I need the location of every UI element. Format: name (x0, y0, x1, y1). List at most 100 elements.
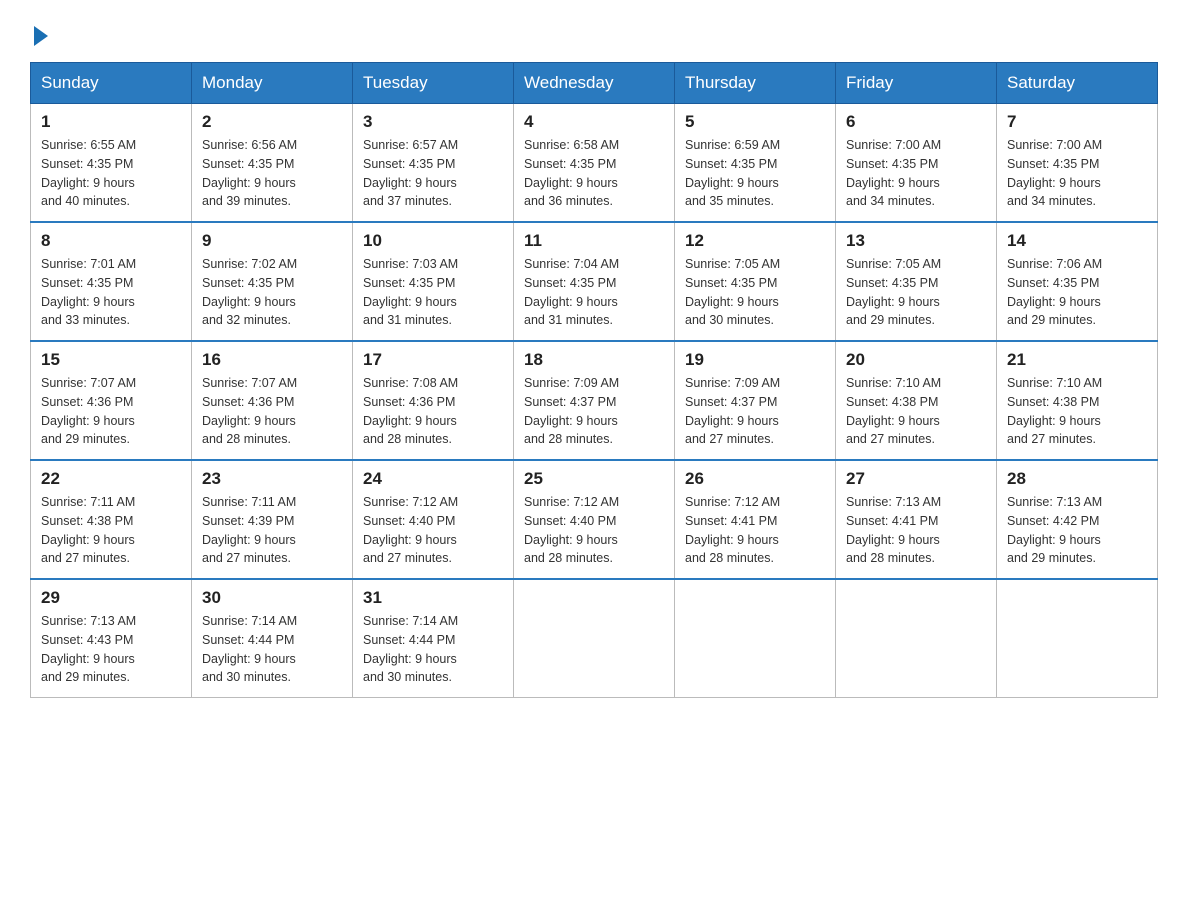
day-info: Sunrise: 7:12 AMSunset: 4:40 PMDaylight:… (363, 493, 503, 568)
column-header-wednesday: Wednesday (514, 63, 675, 104)
day-number: 26 (685, 469, 825, 489)
day-info: Sunrise: 7:11 AMSunset: 4:38 PMDaylight:… (41, 493, 181, 568)
day-number: 6 (846, 112, 986, 132)
column-header-monday: Monday (192, 63, 353, 104)
day-info: Sunrise: 6:59 AMSunset: 4:35 PMDaylight:… (685, 136, 825, 211)
day-number: 9 (202, 231, 342, 251)
day-number: 5 (685, 112, 825, 132)
day-info: Sunrise: 7:07 AMSunset: 4:36 PMDaylight:… (202, 374, 342, 449)
calendar-cell: 5 Sunrise: 6:59 AMSunset: 4:35 PMDaylight… (675, 104, 836, 223)
calendar-cell: 19 Sunrise: 7:09 AMSunset: 4:37 PMDayligh… (675, 341, 836, 460)
calendar-week-row: 1 Sunrise: 6:55 AMSunset: 4:35 PMDaylight… (31, 104, 1158, 223)
day-info: Sunrise: 7:09 AMSunset: 4:37 PMDaylight:… (685, 374, 825, 449)
day-number: 1 (41, 112, 181, 132)
day-info: Sunrise: 6:57 AMSunset: 4:35 PMDaylight:… (363, 136, 503, 211)
day-info: Sunrise: 7:03 AMSunset: 4:35 PMDaylight:… (363, 255, 503, 330)
calendar-cell: 11 Sunrise: 7:04 AMSunset: 4:35 PMDayligh… (514, 222, 675, 341)
calendar-cell (675, 579, 836, 698)
calendar-cell: 22 Sunrise: 7:11 AMSunset: 4:38 PMDayligh… (31, 460, 192, 579)
calendar-week-row: 8 Sunrise: 7:01 AMSunset: 4:35 PMDaylight… (31, 222, 1158, 341)
calendar-week-row: 22 Sunrise: 7:11 AMSunset: 4:38 PMDayligh… (31, 460, 1158, 579)
day-info: Sunrise: 7:05 AMSunset: 4:35 PMDaylight:… (685, 255, 825, 330)
calendar-header-row: SundayMondayTuesdayWednesdayThursdayFrid… (31, 63, 1158, 104)
day-info: Sunrise: 7:10 AMSunset: 4:38 PMDaylight:… (1007, 374, 1147, 449)
day-info: Sunrise: 7:04 AMSunset: 4:35 PMDaylight:… (524, 255, 664, 330)
calendar-cell: 29Sunrise: 7:13 AMSunset: 4:43 PMDayligh… (31, 579, 192, 698)
day-number: 24 (363, 469, 503, 489)
calendar-cell: 15 Sunrise: 7:07 AMSunset: 4:36 PMDayligh… (31, 341, 192, 460)
logo (30, 24, 48, 42)
day-number: 25 (524, 469, 664, 489)
calendar-cell: 4 Sunrise: 6:58 AMSunset: 4:35 PMDaylight… (514, 104, 675, 223)
day-number: 14 (1007, 231, 1147, 251)
day-number: 30 (202, 588, 342, 608)
day-number: 29 (41, 588, 181, 608)
calendar-cell: 17 Sunrise: 7:08 AMSunset: 4:36 PMDayligh… (353, 341, 514, 460)
calendar-cell: 24 Sunrise: 7:12 AMSunset: 4:40 PMDayligh… (353, 460, 514, 579)
calendar-cell (514, 579, 675, 698)
calendar-cell: 7 Sunrise: 7:00 AMSunset: 4:35 PMDaylight… (997, 104, 1158, 223)
day-info: Sunrise: 6:55 AMSunset: 4:35 PMDaylight:… (41, 136, 181, 211)
day-info: Sunrise: 7:00 AMSunset: 4:35 PMDaylight:… (1007, 136, 1147, 211)
day-info: Sunrise: 7:00 AMSunset: 4:35 PMDaylight:… (846, 136, 986, 211)
column-header-friday: Friday (836, 63, 997, 104)
day-info: Sunrise: 7:14 AMSunset: 4:44 PMDaylight:… (363, 612, 503, 687)
day-number: 17 (363, 350, 503, 370)
calendar-cell: 12 Sunrise: 7:05 AMSunset: 4:35 PMDayligh… (675, 222, 836, 341)
day-number: 27 (846, 469, 986, 489)
calendar-cell: 25 Sunrise: 7:12 AMSunset: 4:40 PMDayligh… (514, 460, 675, 579)
calendar-cell: 27Sunrise: 7:13 AMSunset: 4:41 PMDayligh… (836, 460, 997, 579)
day-info: Sunrise: 7:06 AMSunset: 4:35 PMDaylight:… (1007, 255, 1147, 330)
day-info: Sunrise: 7:07 AMSunset: 4:36 PMDaylight:… (41, 374, 181, 449)
day-number: 15 (41, 350, 181, 370)
calendar-cell: 10 Sunrise: 7:03 AMSunset: 4:35 PMDayligh… (353, 222, 514, 341)
day-number: 16 (202, 350, 342, 370)
calendar-cell: 8 Sunrise: 7:01 AMSunset: 4:35 PMDaylight… (31, 222, 192, 341)
day-number: 7 (1007, 112, 1147, 132)
calendar-cell (836, 579, 997, 698)
calendar-cell: 14 Sunrise: 7:06 AMSunset: 4:35 PMDayligh… (997, 222, 1158, 341)
calendar-cell: 31 Sunrise: 7:14 AMSunset: 4:44 PMDayligh… (353, 579, 514, 698)
calendar-cell: 13 Sunrise: 7:05 AMSunset: 4:35 PMDayligh… (836, 222, 997, 341)
day-number: 10 (363, 231, 503, 251)
day-number: 22 (41, 469, 181, 489)
day-number: 13 (846, 231, 986, 251)
day-info: Sunrise: 7:13 AMSunset: 4:42 PMDaylight:… (1007, 493, 1147, 568)
day-number: 20 (846, 350, 986, 370)
calendar-cell: 6 Sunrise: 7:00 AMSunset: 4:35 PMDaylight… (836, 104, 997, 223)
calendar-cell: 3 Sunrise: 6:57 AMSunset: 4:35 PMDaylight… (353, 104, 514, 223)
day-number: 8 (41, 231, 181, 251)
day-number: 23 (202, 469, 342, 489)
day-number: 12 (685, 231, 825, 251)
day-info: Sunrise: 7:05 AMSunset: 4:35 PMDaylight:… (846, 255, 986, 330)
calendar-cell: 20 Sunrise: 7:10 AMSunset: 4:38 PMDayligh… (836, 341, 997, 460)
calendar-week-row: 29Sunrise: 7:13 AMSunset: 4:43 PMDayligh… (31, 579, 1158, 698)
calendar-cell: 9 Sunrise: 7:02 AMSunset: 4:35 PMDaylight… (192, 222, 353, 341)
day-info: Sunrise: 7:02 AMSunset: 4:35 PMDaylight:… (202, 255, 342, 330)
calendar-cell: 2Sunrise: 6:56 AMSunset: 4:35 PMDaylight… (192, 104, 353, 223)
calendar-cell: 18 Sunrise: 7:09 AMSunset: 4:37 PMDayligh… (514, 341, 675, 460)
day-number: 19 (685, 350, 825, 370)
day-info: Sunrise: 7:12 AMSunset: 4:40 PMDaylight:… (524, 493, 664, 568)
day-number: 18 (524, 350, 664, 370)
calendar-week-row: 15 Sunrise: 7:07 AMSunset: 4:36 PMDayligh… (31, 341, 1158, 460)
logo-arrow-icon (34, 26, 48, 46)
calendar-cell: 26Sunrise: 7:12 AMSunset: 4:41 PMDayligh… (675, 460, 836, 579)
page-header (30, 24, 1158, 42)
day-info: Sunrise: 6:58 AMSunset: 4:35 PMDaylight:… (524, 136, 664, 211)
day-number: 3 (363, 112, 503, 132)
day-number: 11 (524, 231, 664, 251)
day-info: Sunrise: 7:01 AMSunset: 4:35 PMDaylight:… (41, 255, 181, 330)
column-header-tuesday: Tuesday (353, 63, 514, 104)
calendar-table: SundayMondayTuesdayWednesdayThursdayFrid… (30, 62, 1158, 698)
calendar-cell (997, 579, 1158, 698)
day-number: 28 (1007, 469, 1147, 489)
day-number: 4 (524, 112, 664, 132)
day-number: 21 (1007, 350, 1147, 370)
day-info: Sunrise: 7:09 AMSunset: 4:37 PMDaylight:… (524, 374, 664, 449)
day-number: 31 (363, 588, 503, 608)
column-header-saturday: Saturday (997, 63, 1158, 104)
calendar-cell: 1 Sunrise: 6:55 AMSunset: 4:35 PMDaylight… (31, 104, 192, 223)
day-info: Sunrise: 7:08 AMSunset: 4:36 PMDaylight:… (363, 374, 503, 449)
day-info: Sunrise: 7:10 AMSunset: 4:38 PMDaylight:… (846, 374, 986, 449)
